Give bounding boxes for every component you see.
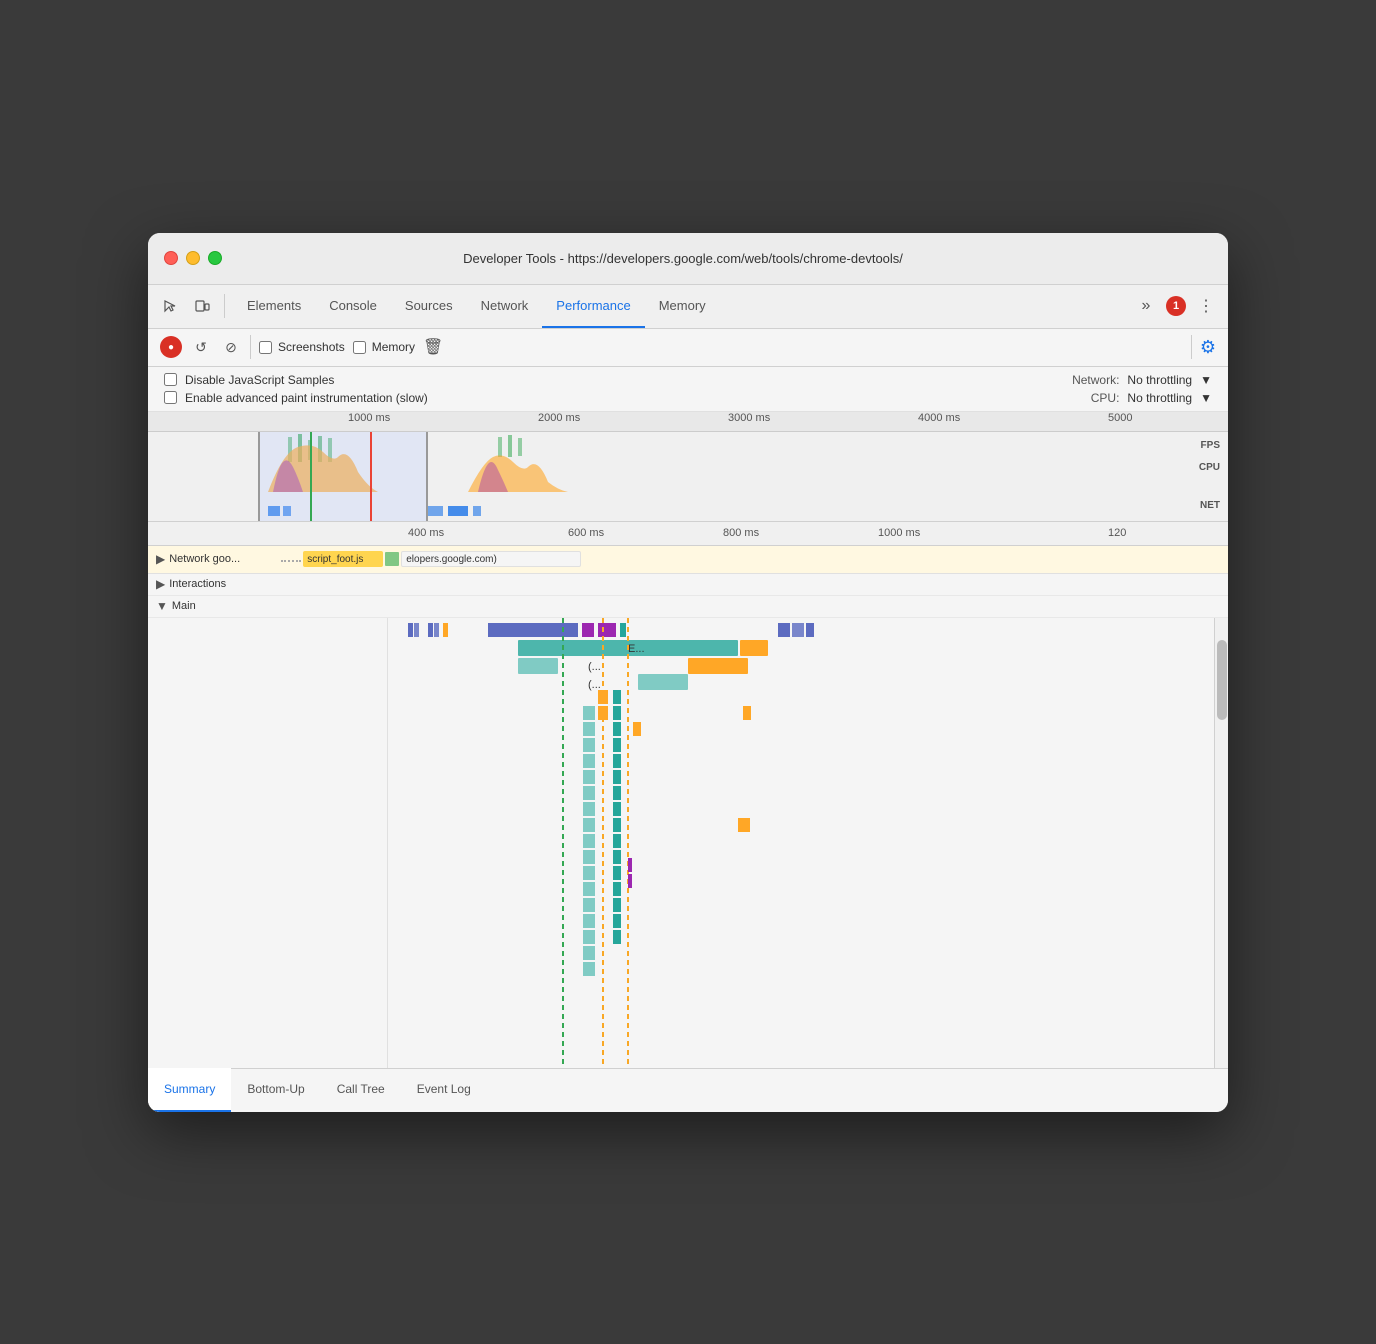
devtools-nav: Elements Console Sources Network Perform… [148,285,1228,329]
network-connector [281,560,301,564]
settings-right: Network: No throttling ▼ CPU: No throttl… [1072,373,1212,405]
mark-120: 120 [1108,527,1126,539]
tab-network[interactable]: Network [467,284,543,328]
overview-time-5000: 5000 [1108,412,1132,424]
timeline-ruler: 400 ms 600 ms 800 ms 1000 ms 120 [148,522,1228,546]
memory-checkbox[interactable] [353,341,366,354]
flame-labels-panel [148,618,388,1068]
flame-chart-area: E... (... (... [388,618,1214,1068]
inspect-icon[interactable] [156,292,184,320]
vertical-scrollbar[interactable] [1214,618,1228,1068]
network-row[interactable]: ▶ Network goo... script_foot.js elopers.… [148,546,1228,574]
interactions-expand-icon[interactable]: ▶ [156,577,165,591]
start-marker [310,432,312,522]
nav-divider-1 [224,294,225,318]
more-tabs-icon[interactable]: » [1132,292,1160,320]
network-row-label: Network goo... [169,553,269,565]
mark-400ms: 400 ms [408,527,444,539]
trash-button[interactable]: 🗑 [423,337,443,357]
mark-800ms: 800 ms [723,527,759,539]
overview-panel[interactable]: 1000 ms 2000 ms 3000 ms 4000 ms 5000 [148,412,1228,522]
reload-button[interactable]: ↺ [190,336,212,358]
content-area: 400 ms 600 ms 800 ms 1000 ms 120 ▶ Netwo… [148,522,1228,1112]
title-bar: Developer Tools - https://developers.goo… [148,233,1228,285]
tab-performance[interactable]: Performance [542,284,644,328]
network-items: script_foot.js elopers.google.com) [273,551,1228,567]
overview-time-1000: 1000 ms [348,412,390,424]
main-label: Main [172,600,196,612]
memory-checkbox-label[interactable]: Memory [353,340,415,354]
tab-elements[interactable]: Elements [233,284,315,328]
network-item-google[interactable]: elopers.google.com) [401,551,581,567]
disable-js-checkbox[interactable] [164,373,177,386]
clear-button[interactable]: ⊘ [220,336,242,358]
svg-text:E...: E... [628,643,645,655]
svg-text:(...: (... [588,679,601,691]
more-options-icon[interactable]: ⋮ [1192,292,1220,320]
interactions-label: Interactions [169,578,226,590]
record-button[interactable]: ● [160,336,182,358]
device-icon[interactable] [188,292,216,320]
tab-console[interactable]: Console [315,284,391,328]
network-item-script[interactable]: script_foot.js [303,551,383,567]
nav-tabs: Elements Console Sources Network Perform… [233,284,1128,328]
overview-time-3000: 3000 ms [728,412,770,424]
end-marker [370,432,372,522]
flame-chart-container: E... (... (... [148,618,1228,1068]
network-expand-icon[interactable]: ▶ [156,552,165,566]
mark-1000ms: 1000 ms [878,527,920,539]
screenshots-checkbox[interactable] [259,341,272,354]
cpu-throttle-row: CPU: No throttling ▼ [1091,391,1212,405]
disable-js-samples-row: Disable JavaScript Samples [164,373,1048,387]
devtools-window: Developer Tools - https://developers.goo… [148,233,1228,1112]
toolbar-divider-2 [1191,335,1192,359]
main-expand-icon[interactable]: ▼ [156,599,168,613]
toolbar: ● ↺ ⊘ Screenshots Memory 🗑 ⚙ [148,329,1228,367]
cpu-label: CPU [1199,462,1220,473]
net-label: NET [1200,500,1220,511]
settings-row: Disable JavaScript Samples Enable advanc… [148,367,1228,412]
tab-sources[interactable]: Sources [391,284,467,328]
enable-paint-row: Enable advanced paint instrumentation (s… [164,391,1048,405]
tab-memory[interactable]: Memory [645,284,720,328]
window-title: Developer Tools - https://developers.goo… [154,251,1212,266]
main-section[interactable]: ▼ Main [148,596,1228,618]
interactions-row[interactable]: ▶ Interactions [148,574,1228,596]
overview-time-2000: 2000 ms [538,412,580,424]
screenshots-checkbox-label[interactable]: Screenshots [259,340,345,354]
nav-right: » 1 ⋮ [1132,292,1220,320]
settings-gear-button[interactable]: ⚙ [1200,337,1216,358]
scrollbar-thumb[interactable] [1217,640,1227,720]
selection-overlay[interactable] [258,432,428,522]
fps-label: FPS [1201,440,1220,451]
svg-text:(...: (... [588,661,601,673]
overview-time-4000: 4000 ms [918,412,960,424]
toolbar-divider-1 [250,335,251,359]
tab-event-log[interactable]: Event Log [401,1068,487,1112]
network-item-small [385,552,399,566]
mark-600ms: 600 ms [568,527,604,539]
tab-bottom-up[interactable]: Bottom-Up [231,1068,320,1112]
network-throttle-row: Network: No throttling ▼ [1072,373,1212,387]
error-badge: 1 [1166,296,1186,316]
settings-left: Disable JavaScript Samples Enable advanc… [164,373,1048,405]
bottom-tabs: Summary Bottom-Up Call Tree Event Log [148,1068,1228,1112]
tab-call-tree[interactable]: Call Tree [321,1068,401,1112]
tab-summary[interactable]: Summary [148,1068,231,1112]
enable-paint-checkbox[interactable] [164,391,177,404]
